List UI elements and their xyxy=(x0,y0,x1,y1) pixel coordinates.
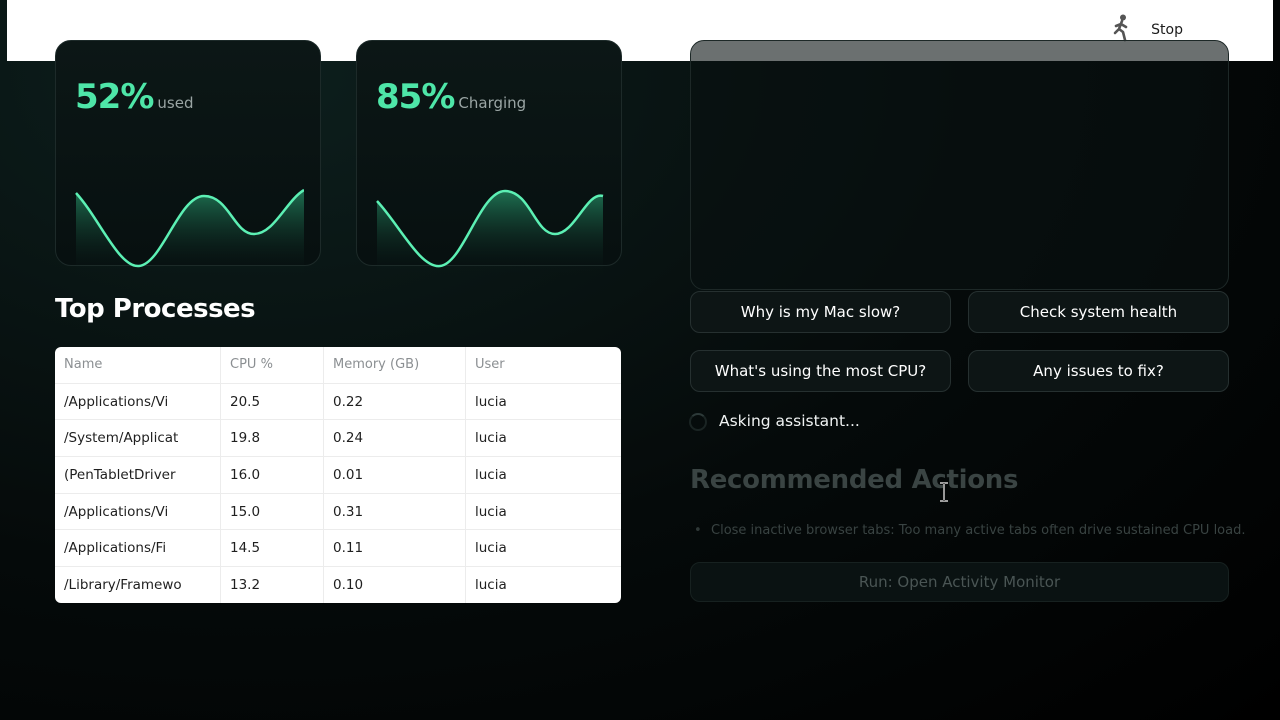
table-row[interactable]: /Applications/Vi 15.0 0.31 lucia xyxy=(55,493,621,531)
memory-card: 52% used xyxy=(55,40,321,276)
column-header-user[interactable]: User xyxy=(466,347,621,383)
stop-label: Stop xyxy=(1151,22,1183,38)
run-activity-monitor-button[interactable]: Run: Open Activity Monitor xyxy=(690,562,1229,602)
process-memory: 0.11 xyxy=(324,530,466,567)
battery-caption: Charging xyxy=(458,94,527,112)
process-cpu: 15.0 xyxy=(221,493,324,530)
loading-spinner-icon xyxy=(689,413,707,431)
column-header-name[interactable]: Name xyxy=(55,347,221,383)
table-row[interactable]: (PenTabletDriver 16.0 0.01 lucia xyxy=(55,457,621,494)
recommended-actions-list: Close inactive browser tabs: Too many ac… xyxy=(694,523,1245,538)
memory-caption: used xyxy=(157,94,194,112)
process-memory: 0.01 xyxy=(324,457,466,493)
process-memory: 0.22 xyxy=(324,383,466,420)
recommended-actions-title: Recommended Actions xyxy=(690,465,1019,495)
battery-value: 85% Charging xyxy=(376,77,527,117)
process-user: lucia xyxy=(475,393,507,410)
process-memory: 0.31 xyxy=(324,493,466,530)
issues-to-fix-button[interactable]: Any issues to fix? xyxy=(968,350,1229,392)
processes-table: Name CPU % Memory (GB) User /Application… xyxy=(55,347,621,603)
assistant-chat-panel[interactable] xyxy=(690,40,1229,290)
battery-sparkline xyxy=(376,189,604,276)
table-row[interactable]: /Applications/Fi 14.5 0.11 lucia xyxy=(55,530,621,568)
memory-sparkline xyxy=(75,188,304,276)
process-name: /Applications/Vi xyxy=(55,383,221,420)
process-user: lucia xyxy=(475,466,507,483)
process-memory: 0.24 xyxy=(324,420,466,457)
process-cpu: 14.5 xyxy=(221,530,324,567)
table-row[interactable]: /System/Applicat 19.8 0.24 lucia xyxy=(55,420,621,458)
why-mac-slow-button[interactable]: Why is my Mac slow? xyxy=(690,291,951,333)
process-user: lucia xyxy=(475,540,507,557)
top-processes-title: Top Processes xyxy=(55,294,256,324)
column-header-memory[interactable]: Memory (GB) xyxy=(324,347,466,383)
text-cursor-icon xyxy=(940,482,948,502)
battery-card: 85% Charging xyxy=(356,40,622,276)
assistant-status: Asking assistant... xyxy=(719,412,860,430)
column-header-cpu[interactable]: CPU % xyxy=(221,347,324,383)
process-cpu: 16.0 xyxy=(221,457,324,493)
list-item: Close inactive browser tabs: Too many ac… xyxy=(694,523,1245,538)
process-user: lucia xyxy=(475,577,507,594)
process-name: /Applications/Fi xyxy=(55,530,221,567)
process-memory: 0.10 xyxy=(324,567,466,603)
check-system-health-button[interactable]: Check system health xyxy=(968,291,1229,333)
process-cpu: 20.5 xyxy=(221,383,324,420)
table-header-row: Name CPU % Memory (GB) User xyxy=(55,347,621,384)
process-user: lucia xyxy=(475,503,507,520)
process-cpu: 19.8 xyxy=(221,420,324,457)
process-name: /System/Applicat xyxy=(55,420,221,457)
process-cpu: 13.2 xyxy=(221,567,324,603)
table-row[interactable]: /Library/Framewo 13.2 0.10 lucia xyxy=(55,567,621,603)
memory-value: 52% used xyxy=(75,77,194,117)
process-name: (PenTabletDriver xyxy=(55,457,221,493)
process-name: /Applications/Vi xyxy=(55,493,221,530)
process-name: /Library/Framewo xyxy=(55,567,221,603)
process-user: lucia xyxy=(475,430,507,447)
most-cpu-button[interactable]: What's using the most CPU? xyxy=(690,350,951,392)
table-row[interactable]: /Applications/Vi 20.5 0.22 lucia xyxy=(55,383,621,421)
